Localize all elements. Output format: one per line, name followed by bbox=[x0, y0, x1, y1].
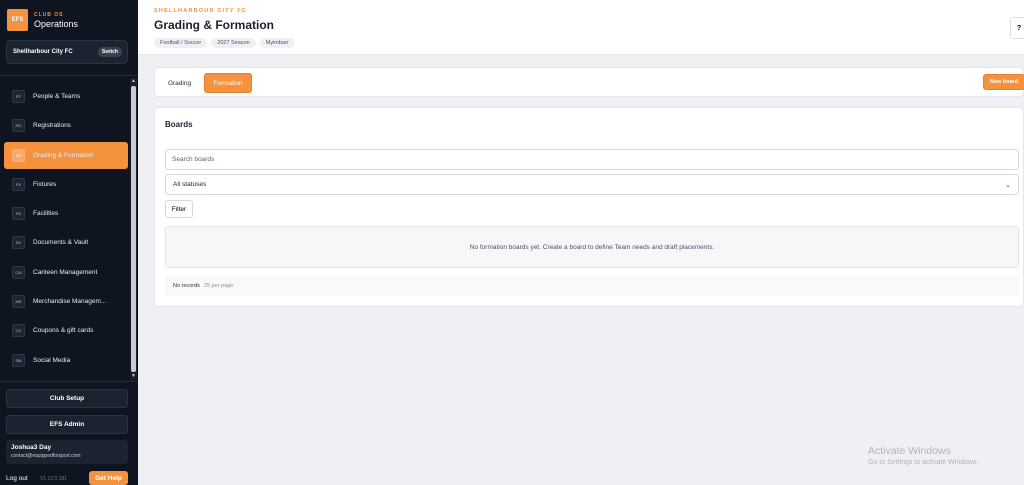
sidebar-item-label: Documents & Vault bbox=[33, 239, 89, 247]
scroll-thumb[interactable] bbox=[131, 86, 136, 372]
user-card: Joshua3 Day contact@equippedforsport.com bbox=[6, 440, 128, 464]
grading-icon: GF bbox=[12, 148, 25, 162]
sidebar-item-merchandise[interactable]: ME Merchandise Managem... bbox=[4, 288, 128, 315]
user-name: Joshua3 Day bbox=[11, 444, 52, 451]
get-help-button[interactable]: Get Help bbox=[89, 471, 128, 485]
boards-card: Boards All statuses ⌄ Filter No formatio… bbox=[154, 107, 1024, 307]
sport-chip: Football / Soccer bbox=[154, 38, 208, 48]
scroll-down-arrow-icon[interactable]: ▼ bbox=[131, 373, 136, 379]
sidebar-scrollbar[interactable] bbox=[130, 78, 137, 380]
sidebar-item-label: People & Teams bbox=[33, 93, 81, 100]
chevron-down-icon: ⌄ bbox=[1005, 181, 1011, 189]
facilities-icon: FA bbox=[12, 207, 25, 221]
club-selector: Shellharbour City FC Switch bbox=[6, 40, 128, 64]
pagination-footer: No records 25 per page bbox=[165, 276, 1019, 296]
documents-icon: DV bbox=[12, 236, 25, 250]
search-boards-input[interactable] bbox=[165, 149, 1019, 170]
sidebar-item-label: Facilities bbox=[33, 210, 59, 218]
scroll-up-arrow-icon[interactable]: ▲ bbox=[131, 78, 136, 84]
sidebar-item-facilities[interactable]: FA Facilities bbox=[4, 200, 128, 227]
registrations-icon: RG bbox=[12, 119, 25, 133]
sidebar-item-label: Canteen Management bbox=[33, 268, 98, 276]
watermark-subtitle: Go to Settings to activate Windows. bbox=[868, 459, 979, 466]
watermark-title: Activate Windows bbox=[868, 445, 951, 457]
context-chips: Football / Soccer 2027 Season Myimbarr bbox=[154, 38, 299, 48]
switch-club-button[interactable]: Switch bbox=[97, 47, 122, 57]
sidebar-item-social-media[interactable]: SM Social Media bbox=[4, 347, 128, 374]
club-name: Shellharbour City FC bbox=[13, 49, 73, 55]
tab-formation[interactable]: Formation bbox=[204, 73, 252, 93]
tab-grading[interactable]: Grading bbox=[161, 73, 198, 93]
sidebar-item-canteen[interactable]: CM Canteen Management bbox=[4, 259, 128, 286]
boards-title: Boards bbox=[165, 120, 193, 129]
sidebar-item-label: Coupons & gift cards bbox=[33, 327, 94, 335]
sidebar-item-label: Merchandise Managem... bbox=[33, 298, 107, 306]
people-icon: PT bbox=[12, 90, 25, 103]
venue-chip: Myimbarr bbox=[259, 38, 295, 48]
sidebar-item-registrations[interactable]: RG Registrations bbox=[4, 112, 128, 139]
user-email: contact@equippedforsport.com bbox=[11, 453, 81, 459]
bottom-divider bbox=[0, 381, 138, 382]
tab-bar: Grading Formation New board bbox=[154, 67, 1024, 97]
status-select-value: All statuses bbox=[173, 181, 207, 188]
sidebar-item-label: Social Media bbox=[33, 356, 71, 364]
status-select[interactable]: All statuses ⌄ bbox=[165, 174, 1019, 195]
sidebar-item-grading-formation[interactable]: GF Grading & Formation bbox=[4, 141, 128, 169]
page-header: SHELLHARBOUR CITY FC Grading & Formation… bbox=[138, 0, 1024, 55]
sidebar-item-documents-vault[interactable]: DV Documents & Vault bbox=[4, 229, 128, 256]
logout-link[interactable]: Log out bbox=[6, 475, 28, 482]
sidebar-item-coupons[interactable]: CG Coupons & gift cards bbox=[4, 317, 128, 344]
season-chip: 2027 Season bbox=[211, 38, 256, 48]
sidebar-item-label: Fixtures bbox=[33, 180, 57, 188]
no-records-label: No records bbox=[173, 283, 200, 289]
activate-windows-watermark: Activate Windows Go to Settings to activ… bbox=[868, 445, 979, 466]
canteen-icon: CM bbox=[12, 265, 25, 279]
brand: EFS CLUB OS Operations bbox=[7, 9, 78, 31]
brand-text: CLUB OS Operations bbox=[34, 12, 78, 29]
sidebar-nav: PT People & Teams RG Registrations GF Gr… bbox=[4, 83, 128, 376]
empty-state: No formation boards yet. Create a board … bbox=[165, 226, 1019, 268]
sidebar-item-fixtures[interactable]: FX Fixtures bbox=[4, 171, 128, 198]
club-setup-button[interactable]: Club Setup bbox=[6, 389, 128, 408]
efs-admin-button[interactable]: EFS Admin bbox=[6, 415, 128, 434]
version-label: V1.12.0.181 bbox=[40, 476, 67, 482]
page-title: Grading & Formation bbox=[154, 18, 274, 32]
brand-eyebrow: CLUB OS bbox=[34, 11, 64, 18]
club-eyebrow: SHELLHARBOUR CITY FC bbox=[154, 8, 247, 14]
efs-logo: EFS bbox=[7, 9, 28, 31]
social-icon: SM bbox=[12, 353, 25, 367]
sidebar: EFS CLUB OS Operations Shellharbour City… bbox=[0, 0, 138, 485]
sidebar-item-people-teams[interactable]: PT People & Teams bbox=[4, 83, 128, 110]
per-page-label: 25 per page bbox=[203, 283, 234, 289]
fixtures-icon: FX bbox=[12, 177, 25, 191]
new-board-button[interactable]: New board bbox=[983, 74, 1024, 90]
empty-state-message: No formation boards yet. Create a board … bbox=[469, 243, 715, 251]
help-button[interactable]: ? bbox=[1010, 17, 1024, 39]
sidebar-item-label: Registrations bbox=[33, 122, 71, 130]
merchandise-icon: ME bbox=[12, 295, 25, 309]
filter-button[interactable]: Filter bbox=[165, 200, 193, 218]
nav-divider bbox=[0, 75, 138, 76]
brand-title: Operations bbox=[34, 18, 79, 29]
sidebar-item-label: Grading & Formation bbox=[33, 151, 94, 159]
coupons-icon: CG bbox=[12, 324, 25, 338]
